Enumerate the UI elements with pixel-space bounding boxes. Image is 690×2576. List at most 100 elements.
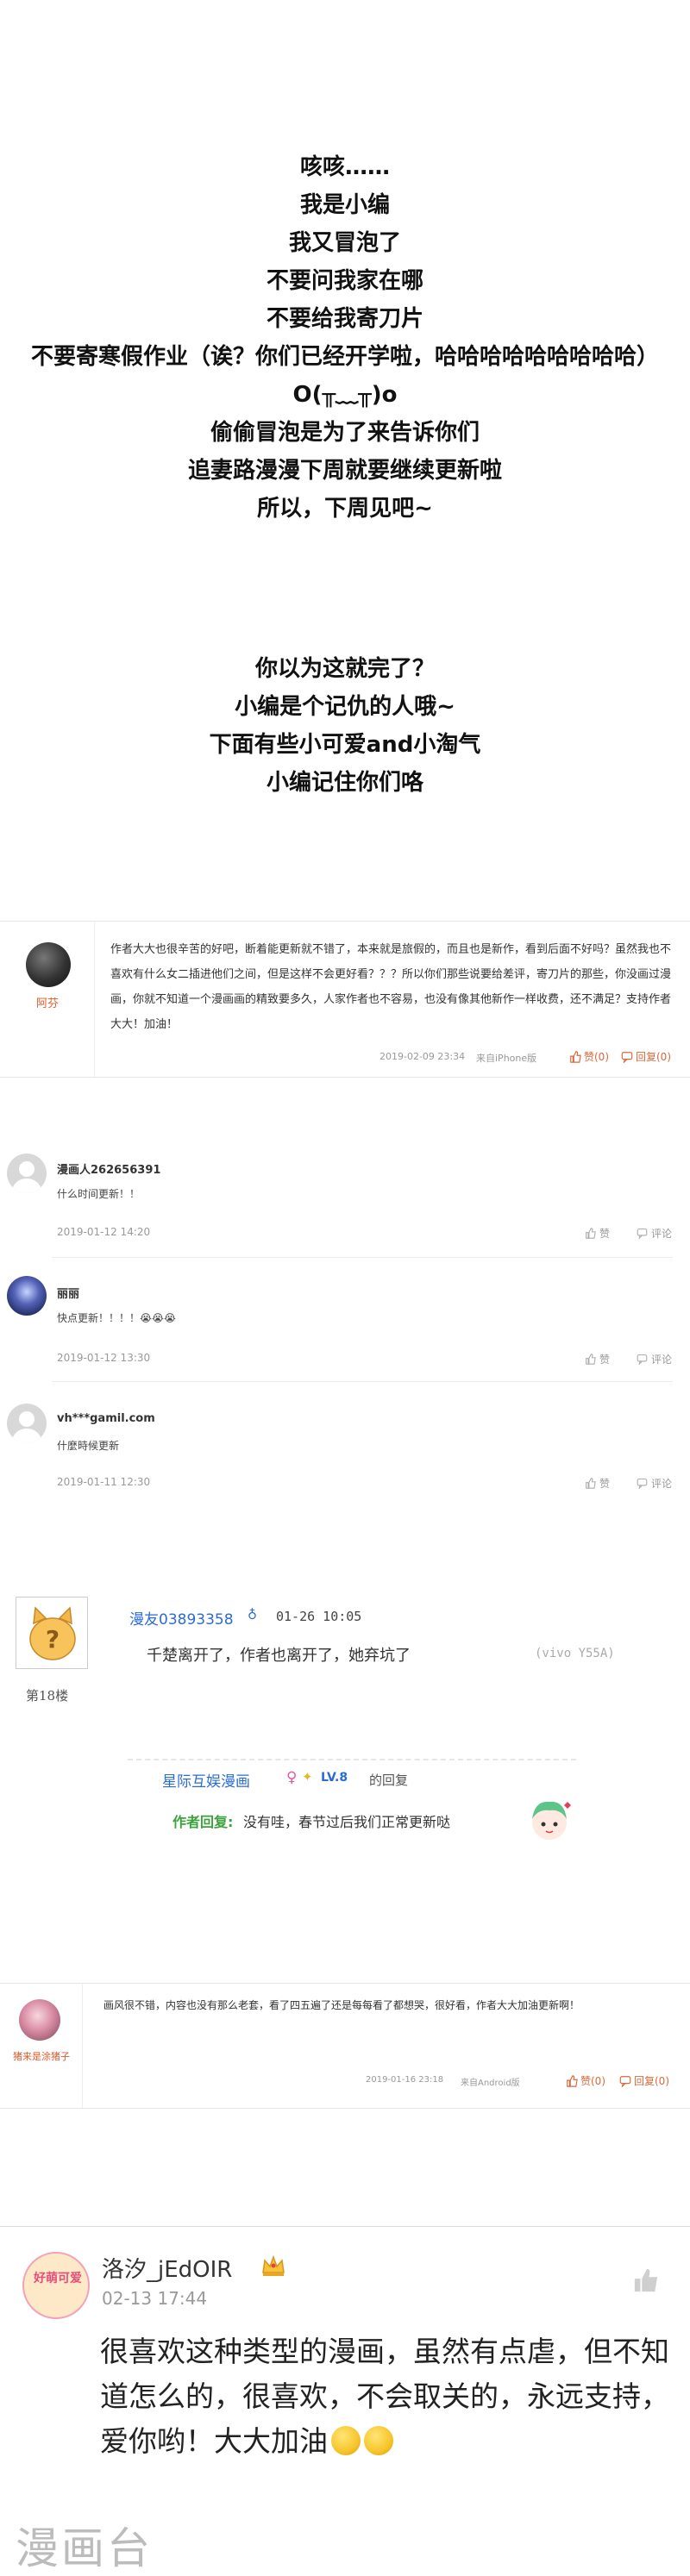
like-count: 赞(0) [584, 1051, 609, 1063]
reply-icon [619, 2075, 631, 2087]
reply-button[interactable]: 评论 [637, 1476, 672, 1491]
announcement-line: 不要问我家在哪 [266, 268, 423, 294]
svg-text:?: ? [46, 1625, 60, 1654]
user-name[interactable]: 丽丽 [57, 1285, 79, 1301]
forum-post: ? 第18楼 漫友03893358 ♁ 01-26 10:05 千楚离开了，作者… [0, 1586, 690, 1840]
like-button[interactable]: 赞(0) [569, 1049, 609, 1064]
divider [52, 1257, 673, 1258]
reply-count: 回复(0) [634, 2075, 669, 2087]
announcement-line: 追妻路漫漫下周就要继续更新啦 [187, 458, 502, 484]
reply-word: 的回复 [369, 1773, 409, 1788]
comment-text: 什麼時候更新 [57, 1440, 120, 1452]
reply-icon [637, 1354, 648, 1365]
thumbs-up-icon[interactable] [633, 2267, 659, 2293]
reply-icon [621, 1051, 633, 1063]
thumbs-up-icon [586, 1354, 596, 1365]
like-count: 赞(0) [580, 2075, 605, 2087]
female-icon: ♀ [286, 1769, 298, 1786]
thumbs-up-icon [586, 1478, 596, 1489]
like-label: 赞 [599, 1228, 611, 1240]
avatar[interactable] [19, 1999, 60, 2041]
reply-icon [637, 1479, 648, 1489]
divider [0, 2226, 690, 2227]
reply-label: 评论 [651, 1228, 673, 1240]
reply-icon [637, 1229, 648, 1239]
watermark: 漫画台 [16, 2523, 153, 2573]
comment-date: 2019-01-11 12:30 [57, 1476, 151, 1488]
avatar[interactable]: 好萌可爱 [22, 2252, 90, 2319]
comment-source: 来自Android版 [461, 2079, 520, 2088]
comment-card-luoxi: 好萌可爱 洛汐_jEdOIR 02-13 17:44 很喜欢这种类型的漫画，虽然… [0, 2226, 690, 2576]
thumbs-up-icon [586, 1228, 596, 1239]
user-sidebar: 阿芬 [0, 922, 95, 1077]
comment-date: 2019-01-12 13:30 [57, 1352, 151, 1364]
announcement-block-1: 咳咳…… 我是小编 我又冒泡了 不要问我家在哪 不要给我寄刀片 不要寄寒假作业（… [0, 148, 690, 528]
comment-source: 来自iPhone版 [476, 1053, 537, 1064]
announcement-line: 下面有些小可爱and小淘气 [209, 732, 481, 758]
comment-text: 快点更新！！！！😭😭😭 [57, 1312, 177, 1324]
avatar[interactable] [26, 942, 71, 987]
user-name[interactable]: 阿芬 [0, 994, 95, 1010]
announcement-line: 小编记住你们咯 [266, 770, 423, 796]
announcement-line: 偷偷冒泡是为了来告诉你们 [210, 420, 480, 446]
reply-button[interactable]: 回复(0) [621, 1049, 671, 1064]
announcement-line: 不要给我寄刀片 [266, 306, 423, 332]
comment-text: 什么时间更新！！ [57, 1188, 141, 1200]
list-item: 丽丽 快点更新！！！！😭😭😭 2019-01-12 13:30 赞 评论 [0, 1269, 690, 1398]
like-button[interactable]: 赞 [585, 1226, 610, 1241]
announcement-line: 你以为这就完了？ [254, 656, 435, 682]
comment-card-xiang: 猪来是涂猪子 画风很不错，内容也没有那么老套，看了四五遍了还是每每看了都想哭，很… [0, 1983, 690, 2109]
comment-card-afen: 阿芬 作者大大也很辛苦的好吧，断着能更新就不错了，本来就是旅假的，而且也是新作，… [0, 921, 690, 1078]
announcement-line: 咳咳…… [299, 154, 390, 180]
post-text: 千楚离开了，作者也离开了，她弃坑了 [147, 1647, 411, 1665]
like-button[interactable]: 赞(0) [566, 2073, 605, 2088]
comment-date: 2019-01-12 14:20 [57, 1226, 151, 1238]
user-name[interactable]: 漫友03893358 [129, 1607, 234, 1629]
announcement-block-2: 你以为这就完了？ 小编是个记仇的人哦~ 下面有些小可爱and小淘气 小编记住你们… [0, 650, 690, 802]
reply-button[interactable]: 评论 [637, 1226, 672, 1241]
user-name[interactable]: 漫画人262656391 [57, 1160, 160, 1177]
user-name[interactable]: 猪来是涂猪子 [0, 2049, 83, 2063]
user-sidebar: 猪来是涂猪子 [0, 1984, 83, 2108]
bulb-icon: ✦ [302, 1769, 313, 1785]
reply-count: 回复(0) [636, 1051, 671, 1063]
comment-date: 02-13 17:44 [102, 2288, 208, 2309]
reply-user-name[interactable]: 星际互娱漫画 [162, 1769, 250, 1791]
author-reply-text: 没有哇，春节过后我们正常更新哒 [243, 1814, 451, 1830]
like-label: 赞 [599, 1478, 611, 1490]
author-reply-label: 作者回复: [172, 1814, 234, 1830]
avatar[interactable] [7, 1404, 47, 1443]
avatar[interactable] [7, 1154, 47, 1193]
comment-text: 很喜欢这种类型的漫画，虽然有点虐，但不知道怎么的，很喜欢，不会取关的，永远支持，… [100, 2329, 669, 2464]
divider [128, 1759, 576, 1760]
announcement-line: O(╥﹏╥)o [292, 382, 398, 408]
grin-emoji-icon [331, 2426, 361, 2455]
avatar-text: 好萌可爱 [34, 2272, 82, 2285]
crown-icon [262, 2254, 285, 2276]
divider [52, 1381, 673, 1382]
vip-icon: ♁ [248, 1607, 257, 1623]
announcement-line: 不要寄寒假作业（诶？你们已经开学啦，哈哈哈哈哈哈哈哈哈） [30, 344, 659, 370]
like-button[interactable]: 赞 [585, 1476, 610, 1491]
device-label: (vivo Y55A) [535, 1647, 615, 1660]
reply-button[interactable]: 回复(0) [619, 2073, 669, 2088]
like-button[interactable]: 赞 [585, 1352, 610, 1366]
reply-label: 评论 [651, 1354, 673, 1366]
mascot-sticker-icon [523, 1793, 576, 1847]
post-time: 01-26 10:05 [276, 1609, 362, 1624]
comment-time: 2019-01-16 23:18 [366, 2075, 444, 2085]
comment-text: 作者大大也很辛苦的好吧，断着能更新就不错了，本来就是旅假的，而且也是新作，看到后… [110, 943, 672, 1031]
user-name[interactable]: vh***gamil.com [57, 1412, 155, 1425]
user-name[interactable]: 洛汐_jEdOIR [102, 2252, 232, 2284]
list-item: vh***gamil.com 什麼時候更新 2019-01-11 12:30 赞… [0, 1393, 690, 1522]
avatar[interactable]: ? [16, 1597, 88, 1669]
avatar[interactable] [7, 1276, 47, 1316]
announcement-line: 小编是个记仇的人哦~ [235, 694, 455, 720]
comment-time: 2019-02-09 23:34 [380, 1051, 466, 1062]
thumbs-up-icon [567, 2074, 578, 2087]
reply-button[interactable]: 评论 [637, 1352, 672, 1366]
comment-text: 画风很不错，内容也没有那么老套，看了四五遍了还是每每看了都想哭，很好看，作者大大… [104, 1999, 580, 2011]
thumbs-up-icon [570, 1050, 581, 1063]
reply-label: 评论 [651, 1478, 673, 1490]
like-label: 赞 [599, 1354, 611, 1366]
